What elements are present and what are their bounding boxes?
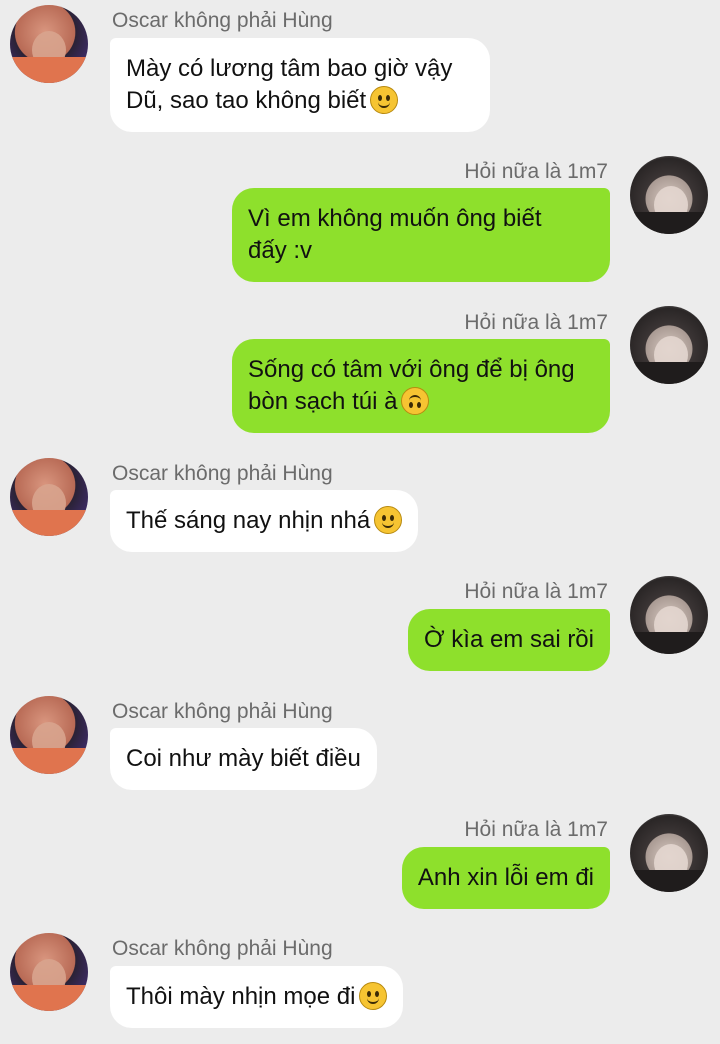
slightly-smiling-face-emoji <box>370 86 399 114</box>
message-text-line: Thế sáng nay nhịn nhá <box>126 507 371 534</box>
message-text-line: Coi như mày biết điều <box>126 745 361 772</box>
sender-name: Hỏi nữa là 1m7 <box>464 311 608 334</box>
sender-name: Oscar không phải Hùng <box>112 937 333 960</box>
avatar[interactable] <box>10 458 88 536</box>
message-bubble[interactable]: Mày có lương tâm bao giờ vậy Dũ, sao tao… <box>110 38 490 132</box>
message-text-line: Sống có tâm với ông để bị ông <box>248 356 575 383</box>
sender-name: Hỏi nữa là 1m7 <box>464 818 608 841</box>
slightly-smiling-face-emoji <box>359 982 388 1010</box>
sender-name: Oscar không phải Hùng <box>112 700 333 723</box>
avatar[interactable] <box>630 306 708 384</box>
slightly-smiling-face-emoji <box>374 506 403 534</box>
message-text-line: Anh xin lỗi em đi <box>417 864 594 891</box>
avatar[interactable] <box>630 156 708 234</box>
avatar[interactable] <box>630 814 708 892</box>
message-bubble[interactable]: Sống có tâm với ông để bị ông bòn sạch t… <box>232 339 610 433</box>
avatar[interactable] <box>10 933 88 1011</box>
message-text-line: bòn sạch túi à <box>248 388 398 415</box>
message-bubble[interactable]: Coi như mày biết điều <box>110 728 377 790</box>
message-bubble[interactable]: Ờ kìa em sai rồi <box>408 609 610 671</box>
message-text-line: Ờ kìa em sai rồi <box>424 626 594 653</box>
message-text-line: Thôi mày nhịn mọe đi <box>126 983 356 1010</box>
avatar[interactable] <box>10 696 88 774</box>
message-bubble[interactable]: Thôi mày nhịn mọe đi <box>110 966 404 1028</box>
message-text-line: đấy :v <box>248 237 313 264</box>
message-bubble[interactable]: Vì em không muốn ông biết đấy :v <box>232 188 610 282</box>
sender-name: Hỏi nữa là 1m7 <box>464 580 608 603</box>
message-text-line: Dũ, sao tao không biết <box>126 87 367 114</box>
avatar[interactable] <box>630 576 708 654</box>
avatar[interactable] <box>10 5 88 83</box>
sender-name: Oscar không phải Hùng <box>112 462 333 485</box>
message-bubble[interactable]: Thế sáng nay nhịn nhá <box>110 490 419 552</box>
sender-name: Oscar không phải Hùng <box>112 9 333 32</box>
message-text-line: Mày có lương tâm bao giờ vậy <box>126 55 453 82</box>
message-text-line: Vì em không muốn ông biết <box>248 205 542 232</box>
sender-name: Hỏi nữa là 1m7 <box>464 160 608 183</box>
upside-down-face-emoji <box>401 387 430 415</box>
message-bubble[interactable]: Anh xin lỗi em đi <box>401 847 610 909</box>
